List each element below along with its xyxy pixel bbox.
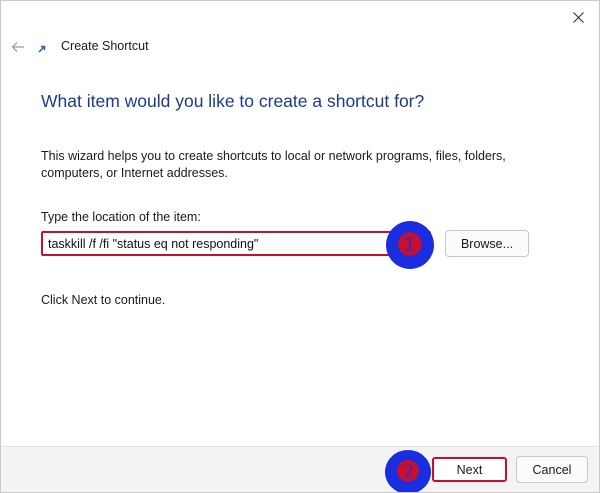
browse-button[interactable]: Browse... [445, 230, 529, 257]
wizard-footer: Next Cancel [1, 446, 599, 492]
step-marker-2: ❷ [385, 450, 431, 492]
create-shortcut-window: Create Shortcut What item would you like… [0, 0, 600, 493]
wizard-heading: What item would you like to create a sho… [41, 91, 425, 111]
location-label: Type the location of the item: [41, 210, 201, 224]
shortcut-arrow-icon [37, 44, 47, 54]
close-icon [572, 11, 584, 23]
wizard-description: This wizard helps you to create shortcut… [41, 149, 506, 180]
cancel-button[interactable]: Cancel [516, 456, 588, 483]
continue-instruction: Click Next to continue. [41, 293, 166, 307]
next-button[interactable]: Next [432, 457, 507, 482]
location-input[interactable] [41, 231, 431, 256]
close-button[interactable] [563, 5, 593, 29]
back-arrow-icon [11, 42, 24, 52]
window-title: Create Shortcut [61, 39, 149, 53]
back-button[interactable] [7, 37, 29, 57]
step-marker-1: ❶ [386, 221, 434, 269]
